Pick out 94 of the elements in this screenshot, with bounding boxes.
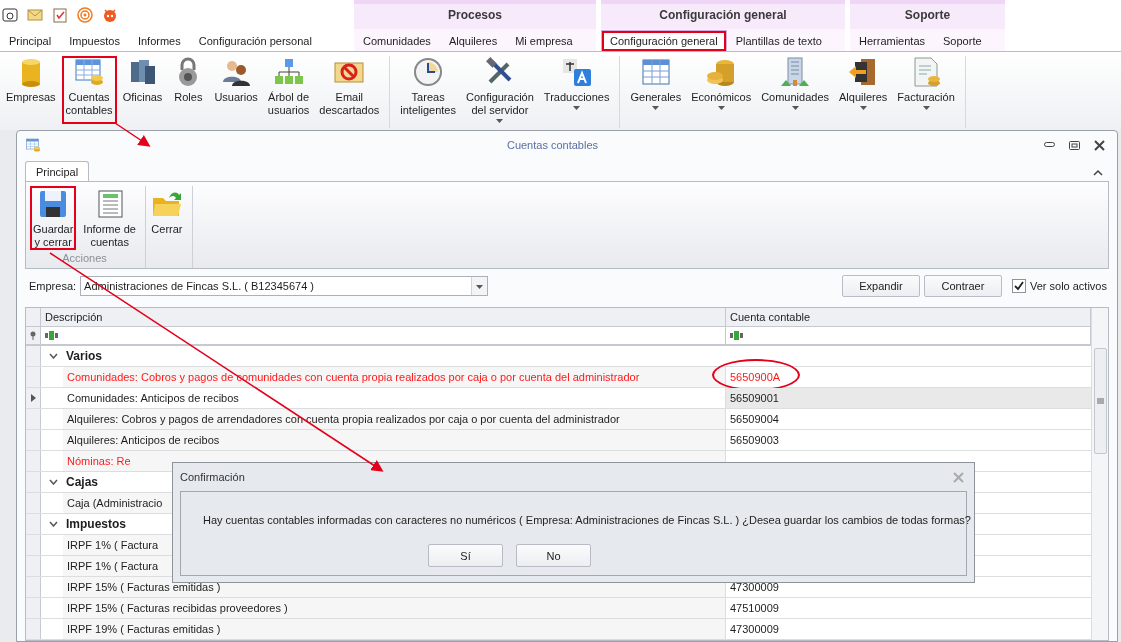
ribbon-tab[interactable]: Principal bbox=[0, 30, 61, 51]
ribbon-tab[interactable]: Soporte bbox=[934, 30, 991, 51]
filter-icon[interactable] bbox=[45, 331, 59, 340]
robot-face-icon[interactable] bbox=[102, 6, 118, 23]
rss-icon[interactable] bbox=[77, 6, 93, 23]
filter-icon[interactable] bbox=[730, 331, 744, 340]
ribbon-button[interactable]: Árbol de usuarios bbox=[263, 56, 314, 124]
ribbon-tab[interactable]: Configuración personal bbox=[189, 30, 321, 51]
context-group-title: Procesos bbox=[354, 0, 596, 29]
column-header[interactable]: Descripción bbox=[41, 308, 726, 326]
ribbon-button[interactable]: Tareas inteligentes bbox=[396, 56, 460, 124]
window-tab[interactable]: Principal bbox=[25, 161, 90, 181]
dialog-title: Confirmación bbox=[180, 471, 245, 483]
table-cell: 56509003 bbox=[730, 434, 779, 446]
chevron-icon[interactable] bbox=[49, 353, 58, 359]
table-coins-icon bbox=[25, 137, 41, 153]
table-cell: 5650900A bbox=[730, 371, 781, 383]
toolbar-button[interactable]: Contraer bbox=[923, 275, 1002, 297]
ribbon-button[interactable]: Email descartados bbox=[315, 56, 384, 124]
caret-icon bbox=[652, 106, 660, 110]
window-title: Cuentas contables bbox=[505, 139, 600, 151]
ribbon-button[interactable]: Cerrar bbox=[147, 186, 186, 250]
grip-icon[interactable] bbox=[1096, 398, 1104, 404]
caret-icon bbox=[717, 106, 725, 110]
group-label: Acciones bbox=[62, 252, 107, 264]
ribbon-button[interactable]: Empresas bbox=[2, 56, 60, 124]
ribbon-button[interactable]: Roles bbox=[168, 56, 209, 124]
chevron-icon[interactable] bbox=[49, 521, 58, 527]
ribbon-tab[interactable]: Impuestos bbox=[60, 30, 129, 51]
maximize-icon[interactable] bbox=[1069, 140, 1080, 150]
ribbon-button[interactable]: Guardar y cerrar bbox=[30, 186, 77, 250]
table-cell: 47510009 bbox=[730, 602, 779, 614]
app-icon[interactable] bbox=[2, 6, 18, 23]
ribbon-button[interactable]: Configuración del servidor bbox=[461, 56, 538, 124]
ribbon-button[interactable]: Usuarios bbox=[210, 56, 262, 124]
table-cell: 56509001 bbox=[730, 392, 779, 404]
caret-icon bbox=[922, 106, 930, 110]
row-header[interactable] bbox=[26, 388, 41, 408]
ribbon-button[interactable]: Comunidades bbox=[757, 56, 833, 124]
field-label: Empresa: bbox=[29, 280, 77, 292]
caret-icon bbox=[791, 106, 799, 110]
checkbox[interactable] bbox=[1011, 279, 1026, 293]
ribbon-button[interactable]: Cuentas contables bbox=[61, 56, 117, 124]
annotation-arrow bbox=[114, 122, 151, 147]
ribbon-button[interactable]: Oficinas bbox=[118, 56, 167, 124]
table-icon bbox=[639, 56, 672, 88]
dialog-message: Hay cuentas contables informadas con caracteres no numéricos ( Empresa: Administraciones de Fincas S.L. ) ¿Desea guardar los cambios de todas formas? bbox=[203, 514, 971, 526]
ribbon-tab[interactable]: Plantillas de texto bbox=[726, 30, 831, 51]
building-icon bbox=[779, 56, 812, 88]
ribbon-tab[interactable]: Comunidades bbox=[354, 30, 440, 51]
table-cell: Alquileres: Anticipos de recibos bbox=[63, 430, 726, 450]
ribbon-button[interactable]: Alquileres bbox=[835, 56, 892, 124]
table-cell: 47300009 bbox=[730, 581, 779, 593]
ribbon-tab[interactable]: Herramientas bbox=[850, 30, 935, 51]
clipboard-icon[interactable] bbox=[52, 6, 68, 23]
table-cell: IRPF 19% ( Facturas emitidas ) bbox=[63, 619, 726, 639]
collapse-icon[interactable] bbox=[1093, 169, 1103, 177]
group-title: Cajas bbox=[66, 475, 99, 489]
minimize-icon[interactable] bbox=[1044, 142, 1055, 148]
ribbon-button[interactable]: Informe de cuentas bbox=[80, 186, 139, 250]
caret-icon bbox=[476, 285, 484, 289]
scrollbar[interactable] bbox=[1091, 308, 1108, 640]
close-icon[interactable] bbox=[1094, 139, 1105, 151]
group-title: Impuestos bbox=[66, 517, 126, 531]
table-coins-icon bbox=[73, 56, 106, 88]
table-cell: Alquileres: Cobros y pagos de arrendadores con cuenta propia realizados por caja o por cuenta del administrador bbox=[63, 409, 726, 429]
checkbox-label: Ver solo activos bbox=[1029, 280, 1107, 292]
caret-icon bbox=[859, 106, 867, 110]
ribbon-tab[interactable]: Configuración general bbox=[601, 30, 727, 51]
row-pointer-icon bbox=[30, 394, 36, 402]
context-group-title: Soporte bbox=[850, 0, 1005, 29]
ribbon-button[interactable]: Facturación bbox=[893, 56, 959, 124]
ribbon-tab[interactable]: Mi empresa bbox=[506, 30, 582, 51]
ribbon-button[interactable]: Económicos bbox=[687, 56, 756, 124]
caret-icon bbox=[496, 119, 504, 123]
ribbon-tab[interactable]: Informes bbox=[128, 30, 190, 51]
table-cell: IRPF 15% ( Facturas recibidas proveedores ) bbox=[63, 598, 726, 618]
table-cell: 56509004 bbox=[730, 413, 779, 425]
dialog-button[interactable]: Sí bbox=[428, 544, 503, 567]
chevron-icon[interactable] bbox=[49, 479, 58, 485]
translate-icon bbox=[560, 56, 593, 88]
table-cell: Comunidades: Cobros y pagos de comunidades con cuenta propia realizados por caja o por cuenta del administrador bbox=[63, 367, 726, 387]
ribbon-button[interactable]: Generales bbox=[626, 56, 686, 124]
ribbon-button[interactable]: Traducciones bbox=[539, 56, 614, 124]
pin-icon bbox=[30, 331, 36, 340]
group-title: Varios bbox=[66, 349, 103, 363]
ribbon-tab[interactable]: Alquileres bbox=[439, 30, 507, 51]
dialog-button[interactable]: No bbox=[516, 544, 591, 567]
toolbar-button[interactable]: Expandir bbox=[841, 275, 920, 297]
caret-icon bbox=[573, 106, 581, 110]
context-group-title: Configuración general bbox=[601, 0, 845, 29]
envelope-icon[interactable] bbox=[27, 6, 43, 23]
table-cell: 47300009 bbox=[730, 623, 779, 635]
clock-icon bbox=[412, 56, 445, 88]
